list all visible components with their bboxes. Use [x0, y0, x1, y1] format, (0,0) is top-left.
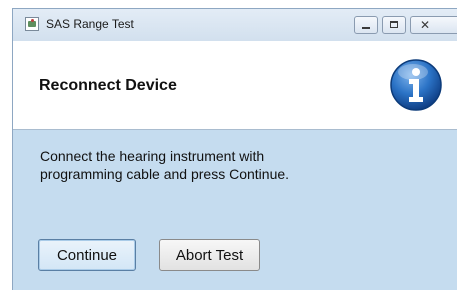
maximize-button[interactable] [382, 16, 406, 34]
dialog-window: SAS Range Test ✕ Reconnect Device Connec… [12, 8, 457, 290]
close-button[interactable]: ✕ [410, 16, 457, 34]
continue-button[interactable]: Continue [38, 239, 136, 271]
abort-test-button[interactable]: Abort Test [159, 239, 260, 271]
window-title: SAS Range Test [46, 17, 134, 31]
close-icon: ✕ [420, 18, 431, 32]
dialog-heading: Reconnect Device [39, 77, 177, 94]
minimize-button[interactable] [354, 16, 378, 34]
header-panel: Reconnect Device [13, 41, 457, 130]
maximize-icon [390, 21, 398, 28]
instruction-text: Connect the hearing instrument with prog… [40, 147, 440, 183]
title-bar[interactable]: SAS Range Test ✕ [13, 9, 457, 41]
app-window-icon[interactable] [25, 17, 39, 31]
info-icon [390, 59, 442, 111]
instruction-line-1: Connect the hearing instrument with [40, 148, 265, 164]
minimize-icon [362, 27, 370, 29]
instruction-line-2: programming cable and press Continue. [40, 166, 290, 182]
